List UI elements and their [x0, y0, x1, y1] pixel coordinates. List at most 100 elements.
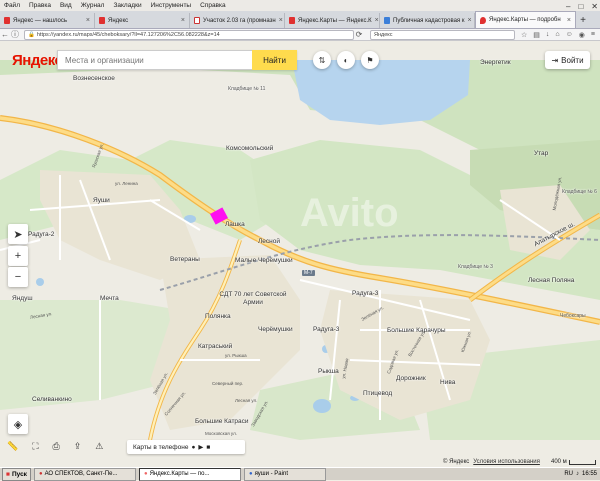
hamburger-menu-icon[interactable]: ≡ — [591, 31, 595, 39]
close-tab-icon[interactable]: × — [375, 17, 379, 24]
minimize-icon[interactable]: – — [566, 2, 570, 11]
home-icon[interactable]: ⌂ — [555, 31, 559, 39]
layers-toggle-button[interactable]: ◐ — [337, 51, 355, 69]
street-label: Московская ул. — [205, 431, 237, 436]
place-label: Комсомольский — [226, 145, 274, 152]
paint-icon: ● — [248, 471, 253, 477]
windows-logo-icon: ■ — [6, 470, 10, 478]
cemetery-label: Кладбище № 11 — [228, 86, 266, 92]
place-label: Большие Катраси — [195, 418, 249, 425]
play-store-icon: ▶ — [198, 444, 204, 451]
browser-tab-active[interactable]: Яндекс.Карты — подробн × — [475, 11, 576, 28]
reading-list-icon[interactable]: ▤ — [533, 31, 540, 39]
place-label: Дорожник — [396, 375, 426, 382]
route-button[interactable]: ⇅ — [313, 51, 331, 69]
back-icon[interactable]: ← — [0, 30, 10, 39]
find-button[interactable]: Найти — [252, 50, 297, 70]
share-icon[interactable]: ⇪ — [74, 441, 82, 452]
language-indicator[interactable]: RU — [564, 471, 573, 477]
watermark-text: Avito — [300, 191, 399, 235]
globe-favicon-icon — [384, 17, 390, 24]
menu-bookmarks[interactable]: Закладки — [113, 2, 141, 9]
print-icon[interactable]: ⎙ — [53, 441, 60, 452]
map-layers-button[interactable]: ◈ — [8, 414, 28, 434]
browser-tab[interactable]: Яндекс × — [95, 13, 190, 28]
place-label: Вознесенское — [73, 75, 115, 82]
phone-promo-label: Карты в телефоне — [133, 443, 189, 451]
minus-icon: − — [14, 271, 22, 283]
place-label: Черёмушки — [258, 326, 293, 333]
tab-label: Яндекс.Карты — подробн — [489, 17, 561, 23]
geolocation-button[interactable]: ➤ — [8, 224, 28, 244]
smiley-icon[interactable]: ☺ — [566, 31, 573, 39]
new-tab-button[interactable]: + — [576, 13, 590, 28]
system-tray: RU ♪ 16:55 — [564, 471, 600, 477]
browser-tab[interactable]: Яндекс.Карты — Яндекс.К × — [285, 13, 380, 28]
download-icon[interactable]: ↓ — [546, 31, 550, 39]
taskbar-item[interactable]: ● яуши - Paint — [243, 467, 326, 481]
zoom-in-button[interactable]: + — [8, 246, 28, 266]
close-icon[interactable]: ✕ — [591, 2, 598, 11]
navigation-bar: ← ⓘ 🔒 https://yandex.ru/maps/45/cheboksa… — [0, 29, 600, 41]
taskbar-item-active[interactable]: ● Яндекс.Карты — по... — [138, 467, 241, 481]
plus-icon: + — [14, 250, 22, 262]
menu-edit[interactable]: Правка — [29, 2, 51, 9]
menu-file[interactable]: Файл — [4, 2, 20, 9]
start-button[interactable]: ■ Пуск — [2, 467, 31, 481]
panorama-icon[interactable]: ⛶ — [32, 441, 38, 452]
cemetery-label: Кладбище № 6 — [562, 189, 597, 195]
map-canvas[interactable]: Вознесенское Кладбище № 11 Комсомольский… — [0, 41, 600, 467]
tab-label: Публичная кадастровая к — [393, 17, 465, 24]
volume-icon[interactable]: ♪ — [576, 471, 579, 477]
menu-history[interactable]: Журнал — [81, 2, 105, 9]
zoom-out-button[interactable]: − — [8, 267, 28, 287]
phone-promo-bar[interactable]: Карты в телефоне ● ▶ ■ — [127, 440, 245, 454]
info-icon[interactable]: ⓘ — [10, 29, 20, 40]
taskbar-item[interactable]: ● АО СПЕКТОВ, Санкт-Пе... — [33, 467, 136, 481]
terms-link[interactable]: Условия использования — [473, 459, 540, 465]
reload-icon[interactable]: ⟳ — [354, 30, 364, 39]
close-tab-icon[interactable]: × — [467, 17, 471, 24]
close-tab-icon[interactable]: × — [86, 17, 90, 24]
close-tab-icon[interactable]: × — [567, 17, 571, 24]
browser-tab[interactable]: Яндекс — нашлось × — [0, 13, 95, 28]
yandex-logo[interactable]: Яндекс — [12, 52, 63, 69]
menu-view[interactable]: Вид — [60, 2, 72, 9]
address-bar[interactable]: 🔒 https://yandex.ru/maps/45/cheboksary/?… — [24, 29, 354, 40]
browser-search-field[interactable]: Яндекс — [370, 29, 515, 40]
street-label: Лесная ул. — [235, 398, 258, 403]
tab-label: Яндекс — нашлось — [13, 17, 68, 24]
login-button[interactable]: ⇥ Войти — [545, 51, 590, 69]
bookmarks-button[interactable]: ⚑ — [361, 51, 379, 69]
place-label: Яндуш — [12, 295, 33, 302]
street-label: ул. Ленина — [115, 181, 138, 186]
place-label: Яуши — [93, 197, 110, 204]
browser-tab[interactable]: Участок 2.03 га (промназн × — [190, 13, 285, 28]
menu-tools[interactable]: Инструменты — [151, 2, 192, 9]
place-label: Нива — [440, 379, 456, 386]
place-label: СДТ 70 лет Советской Армии — [219, 291, 287, 306]
route-icon: ⇅ — [318, 55, 326, 65]
scale-value: 400 м — [551, 459, 567, 465]
place-label: Чебоксары — [560, 313, 586, 319]
place-label: Радуга-2 — [28, 231, 55, 238]
login-label: Войти — [561, 55, 584, 65]
star-icon[interactable]: ☆ — [521, 31, 527, 39]
close-tab-icon[interactable]: × — [279, 17, 283, 24]
addon-icon[interactable]: ◉ — [579, 31, 585, 39]
menu-help[interactable]: Справка — [200, 2, 226, 9]
warning-icon[interactable]: ⚠ — [95, 441, 103, 452]
ruler-icon[interactable]: 📏 — [7, 441, 18, 452]
place-label: Катраський — [198, 343, 233, 350]
layers-icon: ◈ — [13, 418, 23, 431]
map-bottom-tools: 📏 ⛶ ⎙ ⇪ ⚠ — [7, 441, 103, 452]
close-tab-icon[interactable]: × — [181, 17, 185, 24]
map-search-input[interactable] — [58, 51, 255, 69]
maximize-icon[interactable]: □ — [578, 2, 583, 11]
map-scale: 400 м — [551, 459, 596, 465]
copyright-footer: © Яндекс Условия использования — [443, 459, 540, 465]
menu-bar: Файл Правка Вид Журнал Закладки Инструме… — [0, 0, 600, 11]
windows-taskbar: ■ Пуск ● АО СПЕКТОВ, Санкт-Пе... ● Яндек… — [0, 467, 600, 481]
apple-icon: ● — [191, 443, 196, 451]
browser-tab[interactable]: Публичная кадастровая к × — [380, 13, 475, 28]
